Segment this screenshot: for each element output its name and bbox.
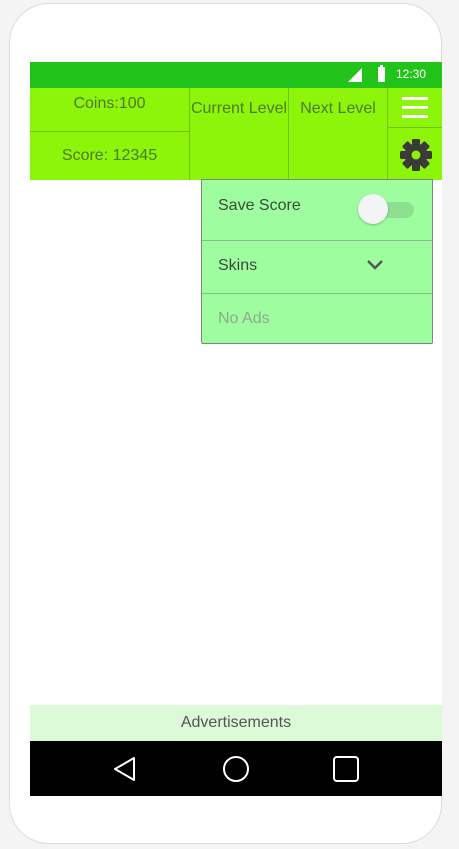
- back-icon[interactable]: [110, 753, 142, 785]
- coins-counter: Coins:100: [30, 88, 190, 132]
- current-level-button[interactable]: Current Level: [190, 88, 289, 180]
- hamburger-menu-icon[interactable]: [388, 88, 442, 128]
- no-ads-item[interactable]: No Ads: [202, 294, 432, 344]
- phone-screen: 12:30 Coins:100 Score: 12345 Current Lev…: [30, 62, 442, 796]
- battery-icon: [378, 65, 385, 82]
- recents-icon[interactable]: [330, 753, 362, 785]
- save-score-label: Save Score: [218, 197, 301, 214]
- signal-icon: [348, 68, 362, 82]
- status-time: 12:30: [396, 67, 427, 81]
- status-bar: 12:30: [30, 62, 442, 88]
- next-level-button[interactable]: Next Level: [289, 88, 388, 180]
- gear-icon[interactable]: [388, 128, 442, 180]
- skins-label: Skins: [218, 257, 258, 274]
- save-score-toggle[interactable]: [358, 194, 416, 224]
- save-score-item[interactable]: Save Score: [202, 180, 432, 241]
- score-counter: Score: 12345: [30, 132, 190, 180]
- chevron-down-icon[interactable]: [366, 259, 384, 271]
- toggle-knob: [358, 194, 388, 224]
- skins-item[interactable]: Skins: [202, 241, 432, 294]
- nav-bar: [30, 741, 442, 796]
- settings-dropdown: Save Score Skins No Ads: [201, 179, 433, 344]
- phone-frame: 12:30 Coins:100 Score: 12345 Current Lev…: [9, 3, 442, 844]
- home-icon[interactable]: [220, 753, 252, 785]
- top-bar: Coins:100 Score: 12345 Current Level Nex…: [30, 88, 442, 180]
- ads-banner: Advertisements: [30, 705, 442, 741]
